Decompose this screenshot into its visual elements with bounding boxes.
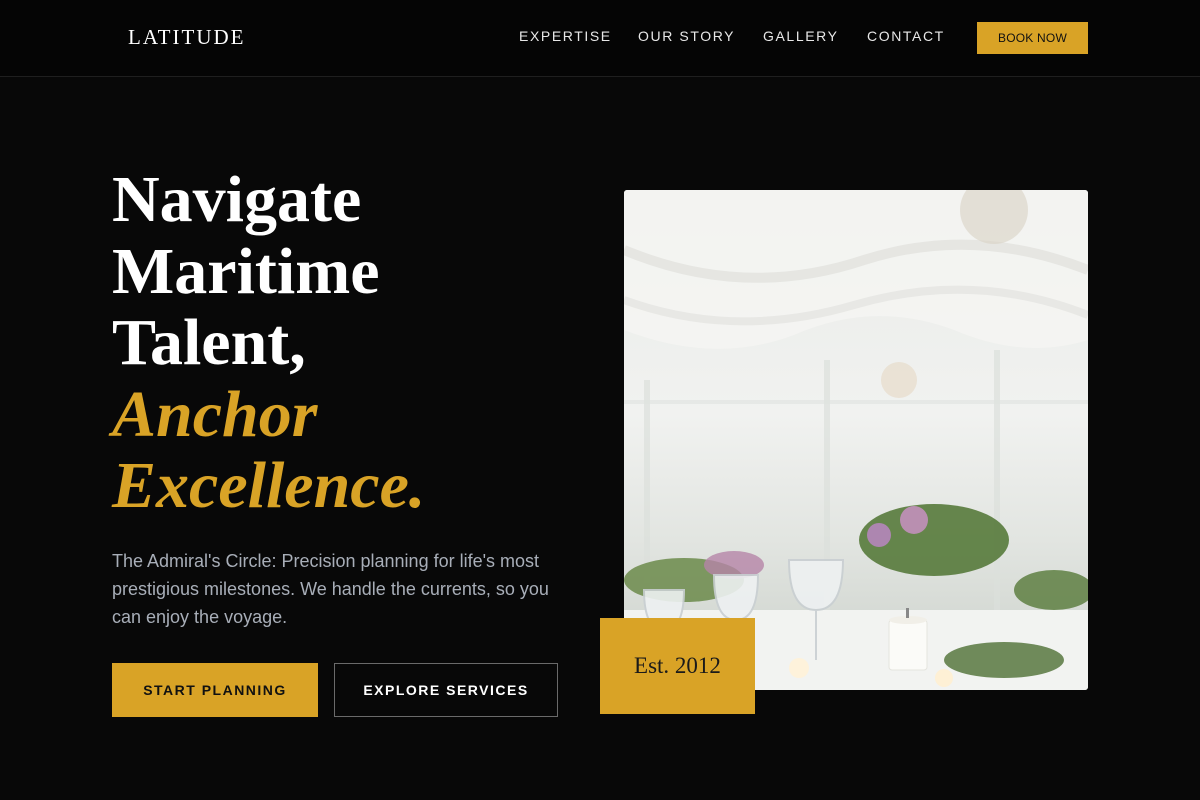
hero-title: Navigate Maritime Talent, Anchor Excelle… [112, 164, 572, 522]
nav-our-story[interactable]: OUR STORY [638, 28, 735, 44]
hero-photo [624, 190, 1088, 690]
hero-accent-line-1: Anchor [112, 377, 318, 451]
nav-gallery[interactable]: GALLERY [763, 28, 839, 44]
site-header: LATITUDE EXPERTISE OUR STORY GALLERY CON… [0, 0, 1200, 77]
start-planning-button[interactable]: START PLANNING [112, 663, 318, 717]
hero-title-line-1: Navigate [112, 163, 362, 236]
nav-expertise[interactable]: EXPERTISE [519, 28, 612, 44]
hero-title-line-2: Maritime [112, 234, 380, 308]
hero-title-line-3: Talent, [112, 306, 306, 379]
hero-accent-line-2: Excellence. [112, 449, 426, 522]
explore-services-button[interactable]: EXPLORE SERVICES [334, 663, 558, 717]
hero-subtitle: The Admiral's Circle: Precision planning… [112, 551, 549, 627]
established-badge: Est. 2012 [600, 618, 755, 714]
brand-logo[interactable]: LATITUDE [128, 25, 245, 50]
book-now-button[interactable]: BOOK NOW [977, 22, 1088, 54]
nav-contact[interactable]: CONTACT [867, 28, 945, 44]
table-setting-illustration [624, 190, 1088, 690]
